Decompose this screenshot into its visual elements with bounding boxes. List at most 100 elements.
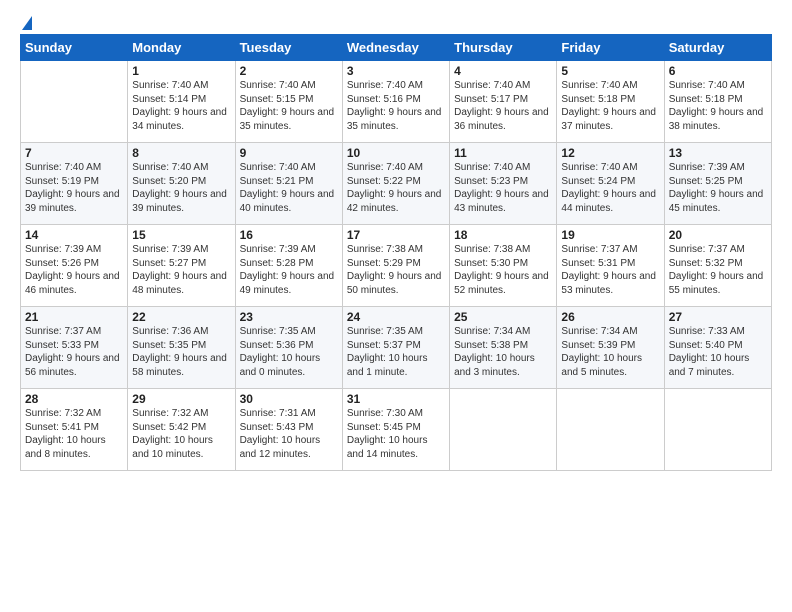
- day-number: 22: [132, 310, 230, 324]
- calendar-cell: 15Sunrise: 7:39 AMSunset: 5:27 PMDayligh…: [128, 225, 235, 307]
- day-number: 13: [669, 146, 767, 160]
- day-info: Sunrise: 7:40 AMSunset: 5:17 PMDaylight:…: [454, 79, 552, 133]
- day-info: Sunrise: 7:34 AMSunset: 5:38 PMDaylight:…: [454, 325, 552, 379]
- calendar-cell: 14Sunrise: 7:39 AMSunset: 5:26 PMDayligh…: [21, 225, 128, 307]
- day-info: Sunrise: 7:31 AMSunset: 5:43 PMDaylight:…: [240, 407, 338, 461]
- calendar-cell: 23Sunrise: 7:35 AMSunset: 5:36 PMDayligh…: [235, 307, 342, 389]
- calendar-week-row: 21Sunrise: 7:37 AMSunset: 5:33 PMDayligh…: [21, 307, 772, 389]
- weekday-header-saturday: Saturday: [664, 35, 771, 61]
- day-info: Sunrise: 7:38 AMSunset: 5:29 PMDaylight:…: [347, 243, 445, 297]
- weekday-header-monday: Monday: [128, 35, 235, 61]
- calendar-cell: 12Sunrise: 7:40 AMSunset: 5:24 PMDayligh…: [557, 143, 664, 225]
- day-info: Sunrise: 7:40 AMSunset: 5:20 PMDaylight:…: [132, 161, 230, 215]
- calendar-cell: 13Sunrise: 7:39 AMSunset: 5:25 PMDayligh…: [664, 143, 771, 225]
- calendar-cell: 21Sunrise: 7:37 AMSunset: 5:33 PMDayligh…: [21, 307, 128, 389]
- calendar-cell: 6Sunrise: 7:40 AMSunset: 5:18 PMDaylight…: [664, 61, 771, 143]
- calendar-cell: 30Sunrise: 7:31 AMSunset: 5:43 PMDayligh…: [235, 389, 342, 471]
- calendar-cell: [21, 61, 128, 143]
- day-number: 12: [561, 146, 659, 160]
- calendar-cell: 8Sunrise: 7:40 AMSunset: 5:20 PMDaylight…: [128, 143, 235, 225]
- day-number: 18: [454, 228, 552, 242]
- day-info: Sunrise: 7:37 AMSunset: 5:33 PMDaylight:…: [25, 325, 123, 379]
- page-header: [20, 16, 772, 24]
- day-number: 7: [25, 146, 123, 160]
- day-number: 8: [132, 146, 230, 160]
- calendar-cell: [557, 389, 664, 471]
- weekday-header-tuesday: Tuesday: [235, 35, 342, 61]
- calendar-cell: 19Sunrise: 7:37 AMSunset: 5:31 PMDayligh…: [557, 225, 664, 307]
- calendar-table: SundayMondayTuesdayWednesdayThursdayFrid…: [20, 34, 772, 471]
- logo: [20, 16, 32, 24]
- calendar-week-row: 28Sunrise: 7:32 AMSunset: 5:41 PMDayligh…: [21, 389, 772, 471]
- day-number: 20: [669, 228, 767, 242]
- day-info: Sunrise: 7:38 AMSunset: 5:30 PMDaylight:…: [454, 243, 552, 297]
- day-info: Sunrise: 7:40 AMSunset: 5:16 PMDaylight:…: [347, 79, 445, 133]
- day-number: 6: [669, 64, 767, 78]
- calendar-page: SundayMondayTuesdayWednesdayThursdayFrid…: [0, 0, 792, 612]
- day-info: Sunrise: 7:39 AMSunset: 5:25 PMDaylight:…: [669, 161, 767, 215]
- calendar-cell: 28Sunrise: 7:32 AMSunset: 5:41 PMDayligh…: [21, 389, 128, 471]
- calendar-cell: 10Sunrise: 7:40 AMSunset: 5:22 PMDayligh…: [342, 143, 449, 225]
- day-info: Sunrise: 7:40 AMSunset: 5:19 PMDaylight:…: [25, 161, 123, 215]
- day-info: Sunrise: 7:34 AMSunset: 5:39 PMDaylight:…: [561, 325, 659, 379]
- calendar-cell: 29Sunrise: 7:32 AMSunset: 5:42 PMDayligh…: [128, 389, 235, 471]
- day-number: 10: [347, 146, 445, 160]
- day-number: 2: [240, 64, 338, 78]
- weekday-header-sunday: Sunday: [21, 35, 128, 61]
- day-number: 4: [454, 64, 552, 78]
- day-info: Sunrise: 7:40 AMSunset: 5:18 PMDaylight:…: [669, 79, 767, 133]
- day-number: 9: [240, 146, 338, 160]
- calendar-cell: 31Sunrise: 7:30 AMSunset: 5:45 PMDayligh…: [342, 389, 449, 471]
- calendar-cell: 22Sunrise: 7:36 AMSunset: 5:35 PMDayligh…: [128, 307, 235, 389]
- calendar-cell: 11Sunrise: 7:40 AMSunset: 5:23 PMDayligh…: [450, 143, 557, 225]
- day-info: Sunrise: 7:40 AMSunset: 5:18 PMDaylight:…: [561, 79, 659, 133]
- calendar-cell: 3Sunrise: 7:40 AMSunset: 5:16 PMDaylight…: [342, 61, 449, 143]
- day-info: Sunrise: 7:35 AMSunset: 5:37 PMDaylight:…: [347, 325, 445, 379]
- day-number: 30: [240, 392, 338, 406]
- day-info: Sunrise: 7:40 AMSunset: 5:24 PMDaylight:…: [561, 161, 659, 215]
- calendar-cell: [664, 389, 771, 471]
- day-number: 24: [347, 310, 445, 324]
- calendar-cell: 20Sunrise: 7:37 AMSunset: 5:32 PMDayligh…: [664, 225, 771, 307]
- day-info: Sunrise: 7:33 AMSunset: 5:40 PMDaylight:…: [669, 325, 767, 379]
- calendar-cell: 18Sunrise: 7:38 AMSunset: 5:30 PMDayligh…: [450, 225, 557, 307]
- day-number: 28: [25, 392, 123, 406]
- calendar-cell: 16Sunrise: 7:39 AMSunset: 5:28 PMDayligh…: [235, 225, 342, 307]
- day-info: Sunrise: 7:39 AMSunset: 5:26 PMDaylight:…: [25, 243, 123, 297]
- day-number: 14: [25, 228, 123, 242]
- calendar-cell: 9Sunrise: 7:40 AMSunset: 5:21 PMDaylight…: [235, 143, 342, 225]
- day-number: 26: [561, 310, 659, 324]
- day-number: 31: [347, 392, 445, 406]
- day-number: 5: [561, 64, 659, 78]
- day-number: 23: [240, 310, 338, 324]
- calendar-week-row: 7Sunrise: 7:40 AMSunset: 5:19 PMDaylight…: [21, 143, 772, 225]
- day-info: Sunrise: 7:40 AMSunset: 5:22 PMDaylight:…: [347, 161, 445, 215]
- day-number: 15: [132, 228, 230, 242]
- day-info: Sunrise: 7:35 AMSunset: 5:36 PMDaylight:…: [240, 325, 338, 379]
- calendar-cell: 2Sunrise: 7:40 AMSunset: 5:15 PMDaylight…: [235, 61, 342, 143]
- day-info: Sunrise: 7:30 AMSunset: 5:45 PMDaylight:…: [347, 407, 445, 461]
- day-number: 3: [347, 64, 445, 78]
- calendar-cell: 24Sunrise: 7:35 AMSunset: 5:37 PMDayligh…: [342, 307, 449, 389]
- day-info: Sunrise: 7:40 AMSunset: 5:21 PMDaylight:…: [240, 161, 338, 215]
- day-info: Sunrise: 7:39 AMSunset: 5:27 PMDaylight:…: [132, 243, 230, 297]
- weekday-header-thursday: Thursday: [450, 35, 557, 61]
- day-info: Sunrise: 7:37 AMSunset: 5:32 PMDaylight:…: [669, 243, 767, 297]
- logo-triangle-icon: [22, 16, 32, 30]
- day-number: 1: [132, 64, 230, 78]
- calendar-cell: 7Sunrise: 7:40 AMSunset: 5:19 PMDaylight…: [21, 143, 128, 225]
- day-info: Sunrise: 7:39 AMSunset: 5:28 PMDaylight:…: [240, 243, 338, 297]
- calendar-week-row: 1Sunrise: 7:40 AMSunset: 5:14 PMDaylight…: [21, 61, 772, 143]
- calendar-cell: [450, 389, 557, 471]
- day-number: 29: [132, 392, 230, 406]
- day-number: 11: [454, 146, 552, 160]
- calendar-cell: 1Sunrise: 7:40 AMSunset: 5:14 PMDaylight…: [128, 61, 235, 143]
- weekday-header-friday: Friday: [557, 35, 664, 61]
- day-info: Sunrise: 7:32 AMSunset: 5:42 PMDaylight:…: [132, 407, 230, 461]
- day-info: Sunrise: 7:40 AMSunset: 5:15 PMDaylight:…: [240, 79, 338, 133]
- day-info: Sunrise: 7:37 AMSunset: 5:31 PMDaylight:…: [561, 243, 659, 297]
- day-number: 19: [561, 228, 659, 242]
- calendar-cell: 27Sunrise: 7:33 AMSunset: 5:40 PMDayligh…: [664, 307, 771, 389]
- day-number: 27: [669, 310, 767, 324]
- day-number: 17: [347, 228, 445, 242]
